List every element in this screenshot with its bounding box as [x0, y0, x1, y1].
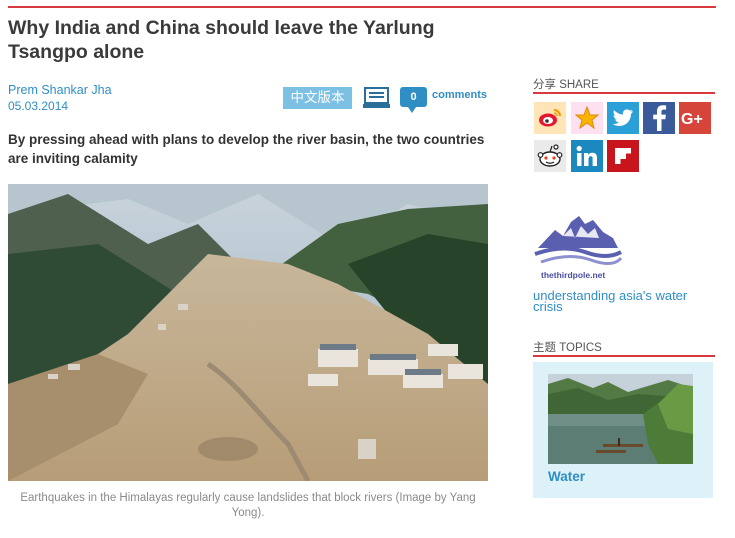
topic-card-water[interactable]: Water: [533, 362, 713, 498]
comment-count-badge[interactable]: 0: [400, 87, 427, 113]
topics-heading: 主题 TOPICS: [533, 342, 602, 354]
share-heading: 分享 SHARE: [533, 79, 599, 91]
weibo-icon: [539, 109, 561, 127]
topic-image-water: [548, 374, 693, 464]
article-title: Why India and China should leave the Yar…: [8, 17, 435, 63]
comments-link[interactable]: comments: [432, 89, 487, 101]
qzone-star-icon: [575, 106, 599, 130]
share-rule: [533, 92, 715, 94]
facebook-icon: [653, 105, 667, 131]
author-link[interactable]: Prem Shankar Jha: [8, 83, 112, 97]
weibo-share-button[interactable]: [534, 102, 566, 134]
logo-wordmark: thethirdpole.net: [541, 270, 606, 280]
qzone-share-button[interactable]: [571, 102, 603, 134]
reddit-icon: [537, 144, 563, 167]
header-rule: [8, 6, 716, 8]
article-photo: [8, 184, 488, 481]
twitter-icon: [612, 109, 634, 126]
publish-date: 05.03.2014: [8, 99, 69, 113]
google-plus-icon: G+: [681, 111, 703, 127]
twitter-share-button[interactable]: [607, 102, 639, 134]
linkedin-share-button[interactable]: [571, 140, 603, 172]
chinese-version-button[interactable]: 中文版本: [283, 87, 352, 109]
linkedin-icon: [576, 145, 597, 166]
reddit-share-button[interactable]: [534, 140, 566, 172]
svg-text:G+: G+: [681, 111, 703, 127]
article-standfirst: By pressing ahead with plans to develop …: [8, 132, 485, 166]
image-caption: Earthquakes in the Himalayas regularly c…: [20, 492, 476, 519]
water-crisis-link[interactable]: understanding asia's water crisis: [533, 289, 718, 313]
facebook-share-button[interactable]: [643, 102, 675, 134]
mountain-logo-icon: [534, 216, 623, 265]
flipboard-icon: [615, 148, 631, 164]
google-plus-share-button[interactable]: G+: [679, 102, 711, 134]
topics-rule: [533, 355, 715, 357]
flipboard-share-button[interactable]: [607, 140, 639, 172]
topic-label-water: Water: [548, 469, 586, 484]
print-icon[interactable]: [363, 87, 390, 109]
